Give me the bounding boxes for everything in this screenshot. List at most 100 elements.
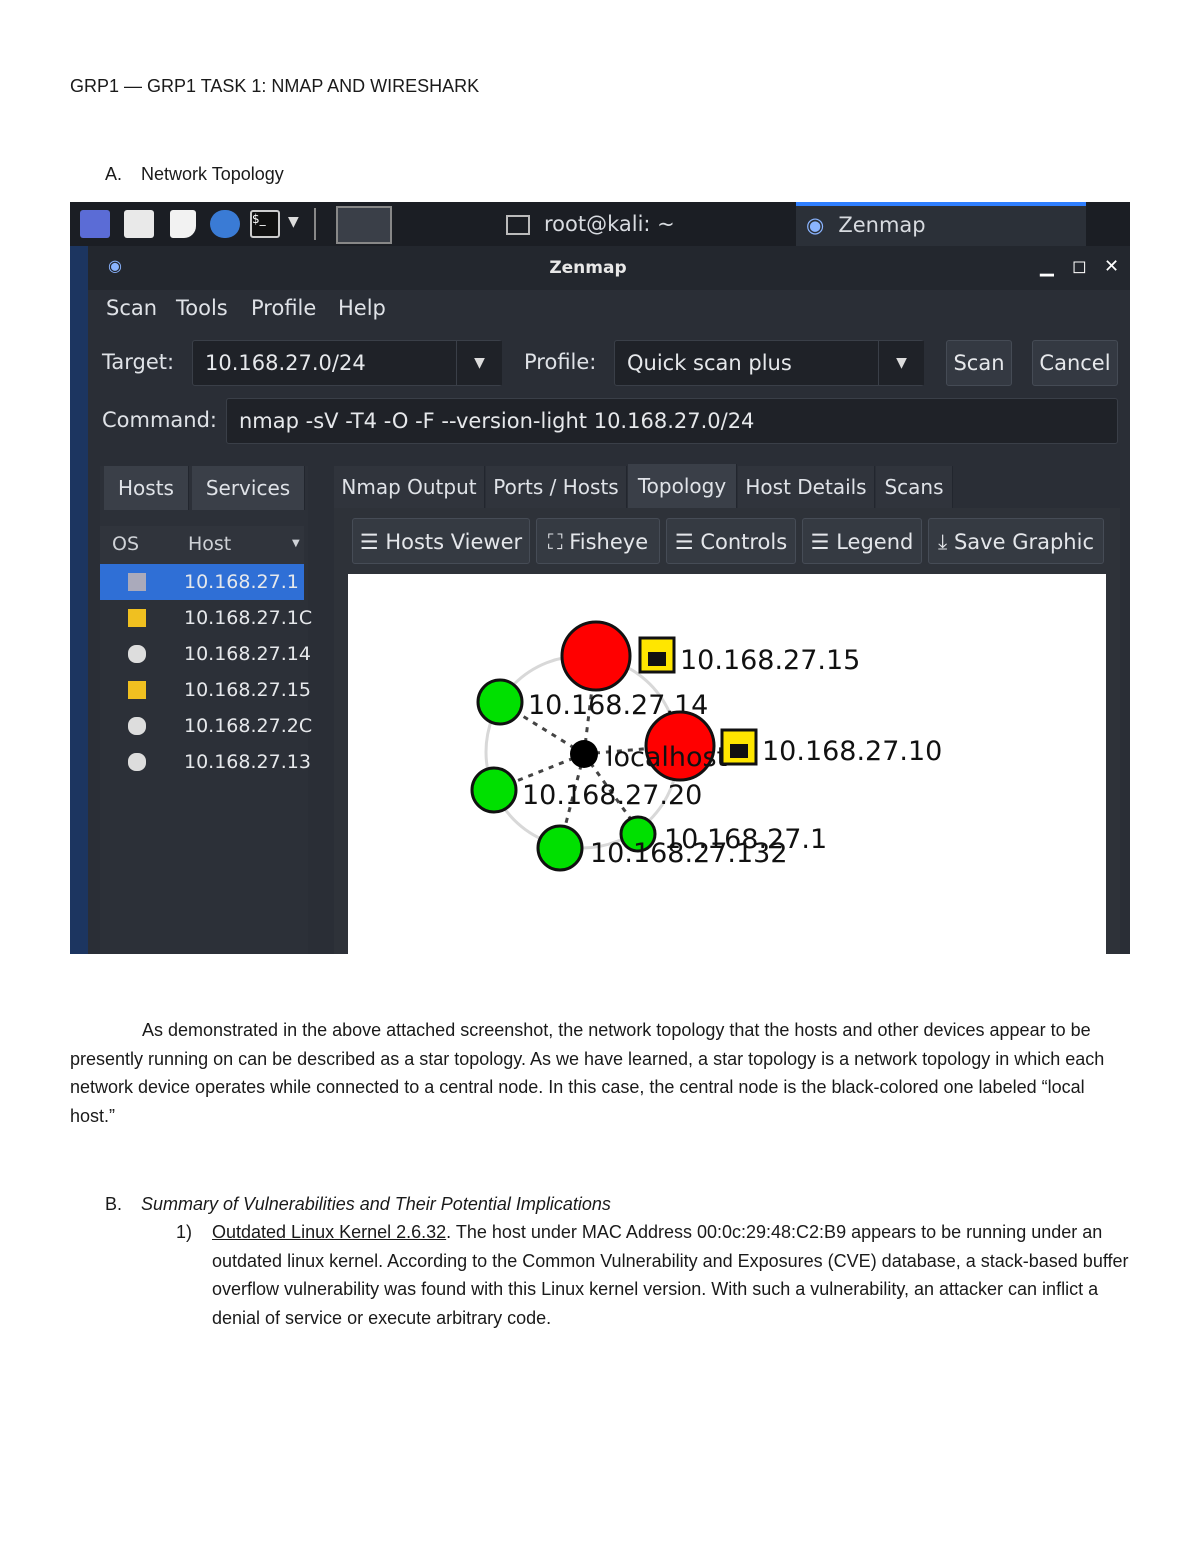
lock-icon: [720, 728, 758, 766]
chevron-down-icon[interactable]: ▼: [288, 214, 299, 230]
section-a-title: Network Topology: [141, 164, 284, 184]
host-ip: 10.168.27.2C: [184, 715, 313, 737]
task-terminal[interactable]: root@kali: ~: [506, 202, 675, 246]
task-zenmap[interactable]: ◉ Zenmap: [796, 202, 1086, 246]
command-input[interactable]: nmap -sV -T4 -O -F --version-light 10.16…: [226, 398, 1118, 444]
os-icon: [128, 609, 146, 627]
item-1-number: 1): [176, 1222, 193, 1242]
node-10-168-27-20[interactable]: [470, 766, 518, 814]
menu-tools[interactable]: Tools: [176, 296, 228, 320]
host-row[interactable]: 10.168.27.1C: [100, 600, 312, 636]
legend-label: Legend: [836, 530, 914, 554]
tab-topology[interactable]: Topology: [628, 464, 737, 508]
node-10-168-27-15[interactable]: [560, 620, 632, 692]
host-row[interactable]: 10.168.27.13: [100, 744, 311, 780]
section-a-letter: A.: [105, 164, 123, 184]
list-icon: ☰: [674, 530, 701, 554]
command-label: Command:: [102, 408, 218, 432]
target-value: 10.168.27.0/24: [205, 351, 366, 375]
item-1-text: Outdated Linux Kernel 2.6.32. The host u…: [212, 1218, 1132, 1332]
scan-button[interactable]: Scan: [946, 340, 1012, 386]
label-10-168-27-20: 10.168.27.20: [522, 780, 702, 811]
terminal-small-icon: [506, 215, 530, 235]
tab-nmap-output[interactable]: Nmap Output: [334, 466, 485, 508]
target-dropdown-icon[interactable]: ▼: [456, 341, 502, 385]
fisheye-button[interactable]: ⛶ Fisheye: [536, 518, 660, 564]
task-zenmap-label: Zenmap: [838, 213, 926, 237]
host-table-header: OS Host ▼: [100, 526, 304, 564]
label-10-168-27-132: 10.168.27.132: [590, 838, 788, 869]
linux-icon: [128, 717, 146, 735]
label-localhost: localhost: [606, 742, 727, 773]
host-row[interactable]: 10.168.27.15: [100, 672, 311, 708]
text-editor-icon[interactable]: [170, 210, 196, 238]
fisheye-label: Fisheye: [569, 530, 649, 554]
host-ip: 10.168.27.13: [184, 751, 311, 773]
zenmap-screenshot: $_ ▼ root@kali: ~ ◉ Zenmap ◉ Zenmap ▁ ◻ ✕…: [70, 202, 1130, 954]
desktop-background: [70, 246, 88, 954]
linux-icon: [128, 645, 146, 663]
os-column-header[interactable]: OS: [112, 533, 139, 555]
close-icon[interactable]: ✕: [1104, 256, 1119, 277]
host-row[interactable]: 10.168.27.1: [100, 564, 304, 600]
item-1-heading: Outdated Linux Kernel 2.6.32: [212, 1222, 447, 1242]
eye-icon: ◉: [806, 213, 825, 237]
node-localhost[interactable]: [570, 740, 598, 768]
tab-services[interactable]: Services: [192, 466, 305, 510]
menu-scan[interactable]: Scan: [106, 296, 157, 320]
tab-hosts[interactable]: Hosts: [104, 466, 189, 510]
list-icon: ☰: [359, 530, 386, 554]
target-label: Target:: [102, 350, 175, 374]
controls-label: Controls: [700, 530, 788, 554]
profile-value: Quick scan plus: [627, 351, 792, 375]
terminal-icon[interactable]: $_: [250, 210, 280, 238]
profile-label: Profile:: [524, 350, 597, 374]
hosts-viewer-label: Hosts Viewer: [385, 530, 523, 554]
controls-button[interactable]: ☰ Controls: [666, 518, 796, 564]
sort-icon[interactable]: ▼: [292, 538, 300, 549]
label-10-168-27-10: 10.168.27.10: [762, 736, 942, 767]
save-graphic-label: Save Graphic: [953, 530, 1094, 554]
tab-host-details[interactable]: Host Details: [738, 466, 875, 508]
app-menu-icon[interactable]: [80, 210, 110, 238]
download-icon: ⤓: [938, 530, 954, 554]
host-row[interactable]: 10.168.27.14: [100, 636, 311, 672]
legend-button[interactable]: ☰ Legend: [802, 518, 922, 564]
cancel-button[interactable]: Cancel: [1032, 340, 1118, 386]
host-row[interactable]: 10.168.27.2C: [100, 708, 312, 744]
host-ip: 10.168.27.14: [184, 643, 311, 665]
menu-help[interactable]: Help: [338, 296, 386, 320]
host-column-header[interactable]: Host: [188, 533, 231, 555]
topology-paragraph: As demonstrated in the above attached sc…: [70, 1020, 1105, 1126]
fisheye-icon: ⛶: [547, 530, 570, 554]
node-10-168-27-132[interactable]: [536, 824, 584, 872]
profile-dropdown-icon[interactable]: ▼: [878, 341, 924, 385]
file-manager-icon[interactable]: [124, 210, 154, 238]
browser-icon[interactable]: [210, 210, 240, 238]
task-terminal-label: root@kali: ~: [544, 212, 675, 236]
hosts-viewer-button[interactable]: ☰ Hosts Viewer: [352, 518, 530, 564]
document-header: GRP1 — GRP1 TASK 1: NMAP AND WIRESHARK: [70, 76, 480, 96]
maximize-icon[interactable]: ◻: [1072, 256, 1087, 277]
topology-canvas[interactable]: 10.168.27.15 10.168.27.14 localhost 10.1…: [348, 574, 1106, 954]
tab-scans[interactable]: Scans: [876, 466, 953, 508]
section-a-heading: A. Network Topology: [105, 160, 284, 189]
command-value: nmap -sV -T4 -O -F --version-light 10.16…: [239, 409, 755, 433]
window-title: Zenmap: [549, 258, 627, 278]
topology-graph: 10.168.27.15 10.168.27.14 localhost 10.1…: [470, 620, 942, 872]
host-ip: 10.168.27.1C: [184, 607, 313, 629]
tab-ports-hosts[interactable]: Ports / Hosts: [486, 466, 627, 508]
menu-profile[interactable]: Profile: [251, 296, 316, 320]
title-bar: ◉ Zenmap ▁ ◻ ✕: [88, 246, 1130, 290]
linux-icon: [128, 753, 146, 771]
save-graphic-button[interactable]: ⤓ Save Graphic: [928, 518, 1104, 564]
list-icon: ☰: [810, 530, 837, 554]
zenmap-window: ◉ Zenmap ▁ ◻ ✕ Scan Tools Profile Help T…: [88, 246, 1130, 954]
workspace-icon[interactable]: [336, 206, 392, 244]
os-icon: [128, 573, 146, 591]
host-ip: 10.168.27.1: [184, 571, 299, 593]
label-10-168-27-15: 10.168.27.15: [680, 645, 860, 676]
node-10-168-27-14[interactable]: [476, 678, 524, 726]
host-ip: 10.168.27.15: [184, 679, 311, 701]
minimize-icon[interactable]: ▁: [1040, 256, 1054, 277]
